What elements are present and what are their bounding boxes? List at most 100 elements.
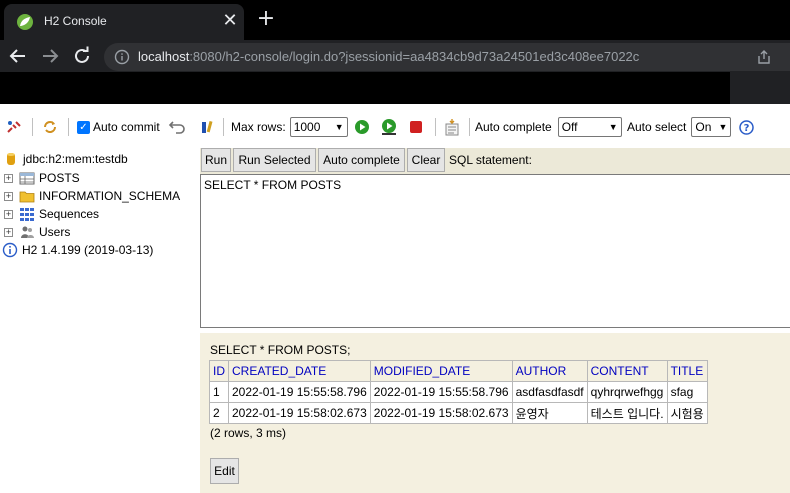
table-row: 1 2022-01-19 15:55:58.796 2022-01-19 15:… [209,381,708,403]
results-panel: SELECT * FROM POSTS; ID CREATED_DATE MOD… [200,333,790,493]
result-query: SELECT * FROM POSTS; [210,343,351,357]
max-rows-group: Max rows: 1000 ▼ [231,112,348,142]
table-cell: qyhrqrwefhgg [586,381,668,403]
tree-item-label: POSTS [39,171,80,185]
toolbar-separator [32,118,33,136]
version-label: H2 1.4.199 (2019-03-13) [22,243,154,257]
commit-icon[interactable] [199,112,215,142]
back-arrow-icon[interactable] [6,44,30,68]
expand-icon[interactable]: + [4,227,13,237]
table-cell: 2 [209,402,229,424]
sql-statement-label: SQL statement: [449,153,532,167]
sql-command-bar: Run Run Selected Auto complete Clear SQL… [200,148,790,174]
auto-select-value: On [695,120,712,134]
info-icon [2,242,18,258]
table-cell: 2022-01-19 15:55:58.796 [228,381,371,403]
column-header: CONTENT [586,360,668,382]
toolbar-separator [435,118,436,136]
forward-arrow-icon[interactable] [38,44,62,68]
result-table: ID CREATED_DATE MODIFIED_DATE AUTHOR CON… [209,360,708,424]
chevron-down-icon: ▼ [718,122,728,132]
toolbar-separator [469,118,470,136]
auto-select-group: Auto select On ▼ [627,112,732,142]
column-header: MODIFIED_DATE [369,360,513,382]
tree-connection[interactable]: jdbc:h2:mem:testdb [0,150,128,168]
table-cell: 2022-01-19 15:58:02.673 [369,402,513,424]
url-text: localhost:8080/h2-console/login.do?jsess… [138,49,639,64]
disconnect-icon[interactable] [6,112,22,142]
table-cell: 테스트 입니다. [586,402,668,424]
table-cell: 2022-01-19 15:55:58.796 [369,381,513,403]
share-icon[interactable] [756,49,772,65]
auto-complete-group: Auto complete Off ▼ [475,112,622,142]
help-icon[interactable]: ? [739,112,754,142]
browser-tab-bar: H2 Console ✕ + [0,0,790,40]
tab-title: H2 Console [44,14,107,28]
auto-complete-button[interactable]: Auto complete [318,148,405,172]
edit-button[interactable]: Edit [210,458,239,484]
expand-icon[interactable]: + [4,209,13,219]
sql-editor[interactable]: SELECT * FROM POSTS [200,174,790,328]
connection-label: jdbc:h2:mem:testdb [23,152,128,166]
stop-icon[interactable] [409,112,423,142]
run-button[interactable]: Run [201,148,231,172]
users-icon [21,226,34,238]
tree-item-label: Users [39,225,71,239]
refresh-icon[interactable] [42,112,58,142]
toolbar-separator [68,118,69,136]
column-header: TITLE [666,360,708,382]
new-tab-icon[interactable]: + [256,7,276,31]
chevron-down-icon: ▼ [608,122,618,132]
tree-item-sequences[interactable]: + Sequences [0,205,99,223]
auto-complete-value: Off [561,120,578,134]
table-cell: 1 [209,381,229,403]
max-rows-label: Max rows: [231,120,286,134]
tree-version: H2 1.4.199 (2019-03-13) [0,241,153,259]
tree-item-posts[interactable]: + POSTS [0,169,80,187]
execute-step-icon[interactable] [380,112,398,142]
expand-icon[interactable]: + [4,173,13,183]
browser-tab[interactable]: H2 Console ✕ [4,4,244,40]
site-info-icon[interactable] [114,49,130,65]
result-count: (2 rows, 3 ms) [210,426,287,440]
schema-tree: jdbc:h2:mem:testdb + POSTS + INFORMATION… [0,148,200,493]
folder-icon [19,191,35,203]
address-bar[interactable]: localhost:8080/h2-console/login.do?jsess… [104,43,790,71]
reload-icon[interactable] [70,44,94,68]
clear-button[interactable]: Clear [407,148,445,172]
table-cell: 시험용 [666,402,708,424]
table-row: 2 2022-01-19 15:58:02.673 2022-01-19 15:… [209,402,708,424]
url-path: :8080/h2-console/login.do?jsessionid=aa4… [189,49,640,64]
toolbar-separator [223,118,224,136]
close-tab-icon[interactable]: ✕ [220,11,240,31]
database-icon [7,153,15,165]
max-rows-select[interactable]: 1000 ▼ [289,117,348,137]
table-cell: 윤영자 [511,402,588,424]
rollback-icon[interactable] [168,112,186,142]
run-selected-button[interactable]: Run Selected [233,148,316,172]
table-cell: 2022-01-19 15:58:02.673 [228,402,371,424]
max-rows-value: 1000 [293,120,321,134]
tree-item-information-schema[interactable]: + INFORMATION_SCHEMA [0,187,180,205]
column-header: AUTHOR [511,360,588,382]
column-header: CREATED_DATE [228,360,371,382]
execute-icon[interactable] [354,112,370,142]
h2-toolbar: ✓ Auto commit Max rows: 1000 ▼ Auto comp… [0,112,790,142]
bookmarks-bar-edge [730,72,790,104]
auto-commit-toggle[interactable]: ✓ Auto commit [77,112,160,142]
auto-select-label: Auto select [627,120,687,134]
expand-icon[interactable]: + [4,191,13,201]
history-icon[interactable] [444,112,460,142]
auto-select-select[interactable]: On ▼ [691,117,732,137]
auto-commit-checkbox[interactable]: ✓ [77,120,90,134]
table-cell: sfag [666,381,708,403]
tree-item-users[interactable]: + Users [0,223,70,241]
table-cell: asdfasdfasdf [511,381,588,403]
tree-item-label: INFORMATION_SCHEMA [39,189,181,203]
table-icon [19,172,35,185]
auto-commit-label: Auto commit [93,120,160,134]
bookmarks-bar [0,72,790,104]
auto-complete-select[interactable]: Off ▼ [557,117,622,137]
chevron-down-icon: ▼ [334,122,344,132]
browser-nav-bar: localhost:8080/h2-console/login.do?jsess… [0,40,790,72]
